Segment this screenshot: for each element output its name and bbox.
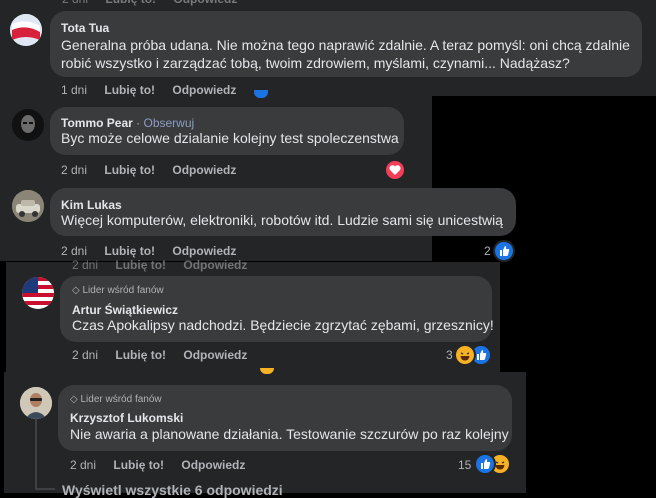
laughing-face-icon	[460, 352, 470, 361]
reaction-count[interactable]: 15	[458, 458, 471, 472]
truncated-actions-row: 2 dni Lubię to! Odpowiedz	[62, 0, 237, 6]
comment-text-line: Generalna próba udana. Nie można tego na…	[61, 37, 630, 53]
flag-avatar-icon	[10, 14, 42, 46]
like-reaction-icon[interactable]	[474, 453, 496, 475]
commenter-name[interactable]: Krzysztof Lukomski	[70, 411, 183, 425]
comment-text-line: robić wszystko i zarządzać tobą, twoim z…	[61, 55, 570, 71]
comment-actions: 2 dni Lubię to! Odpowiedz	[72, 348, 247, 362]
reply-button[interactable]: Odpowiedz	[183, 348, 247, 362]
avatar[interactable]	[22, 277, 54, 309]
us-flag-avatar-icon	[22, 277, 54, 309]
comment-text: Czas Apokalipsy nadchodzi. Będziecie zgr…	[72, 317, 494, 333]
reply-connector	[35, 488, 55, 490]
truncated-actions-row: 2 dni Lubię to! Odpowiedz	[72, 258, 248, 272]
comment-actions: 1 dni Lubię to! Odpowiedz	[61, 83, 236, 97]
reply-button[interactable]: Odpowiedz	[172, 83, 236, 97]
comment-text: Więcej komputerów, elektroniki, robotów …	[61, 212, 503, 228]
fan-badge: ◇ Lider wśród fanów	[72, 285, 164, 296]
reply-button[interactable]: Odpowiedz	[172, 244, 236, 258]
reaction-count[interactable]: 2	[484, 244, 491, 258]
fan-badge: ◇ Lider wśród fanów	[70, 394, 162, 405]
diamond-icon: ◇	[72, 285, 80, 296]
like-button[interactable]: Lubię to!	[113, 458, 164, 472]
comment-time[interactable]: 2 dni	[61, 244, 87, 258]
reaction-count[interactable]: 3	[446, 348, 453, 362]
love-reaction-icon[interactable]	[384, 159, 406, 181]
avatar[interactable]	[12, 109, 44, 141]
like-button[interactable]: Lubię to!	[104, 83, 155, 97]
reply-button[interactable]: Odpowiedz	[172, 163, 236, 177]
diamond-icon: ◇	[70, 394, 78, 405]
comment-text: Nie awaria a planowane działania. Testow…	[70, 426, 509, 442]
comment-time[interactable]: 1 dni	[61, 83, 87, 97]
avatar[interactable]	[12, 190, 44, 222]
comment-time[interactable]: 2 dni	[61, 163, 87, 177]
reply-thread-line	[35, 418, 37, 490]
comment-time[interactable]: 2 dni	[70, 458, 96, 472]
comment-actions: 2 dni Lubię to! Odpowiedz	[61, 244, 236, 258]
reply-button[interactable]: Odpowiedz	[181, 458, 245, 472]
comment-actions: 2 dni Lubię to! Odpowiedz	[61, 163, 236, 177]
like-button[interactable]: Lubię to!	[104, 244, 155, 258]
view-all-replies-link[interactable]: Wyświetl wszystkie 6 odpowiedzi	[62, 482, 283, 498]
person-avatar-icon	[20, 387, 52, 419]
face-avatar-icon	[12, 109, 44, 141]
car-avatar-icon	[12, 190, 44, 222]
thumbs-up-icon	[500, 246, 510, 256]
like-reaction-icon[interactable]	[493, 240, 515, 262]
comment-text: Byc może celowe dzialanie kolejny test s…	[61, 130, 399, 146]
comment-actions: 2 dni Lubię to! Odpowiedz	[70, 458, 245, 472]
commenter-name[interactable]: Tota Tua	[61, 21, 109, 35]
like-button[interactable]: Lubię to!	[115, 348, 166, 362]
comment-time[interactable]: 2 dni	[72, 348, 98, 362]
haha-reaction-icon[interactable]	[454, 344, 476, 366]
like-button[interactable]: Lubię to!	[104, 163, 155, 177]
heart-icon	[389, 165, 401, 175]
thumbs-up-icon	[481, 459, 491, 469]
avatar[interactable]	[20, 387, 52, 419]
avatar[interactable]	[10, 14, 42, 46]
